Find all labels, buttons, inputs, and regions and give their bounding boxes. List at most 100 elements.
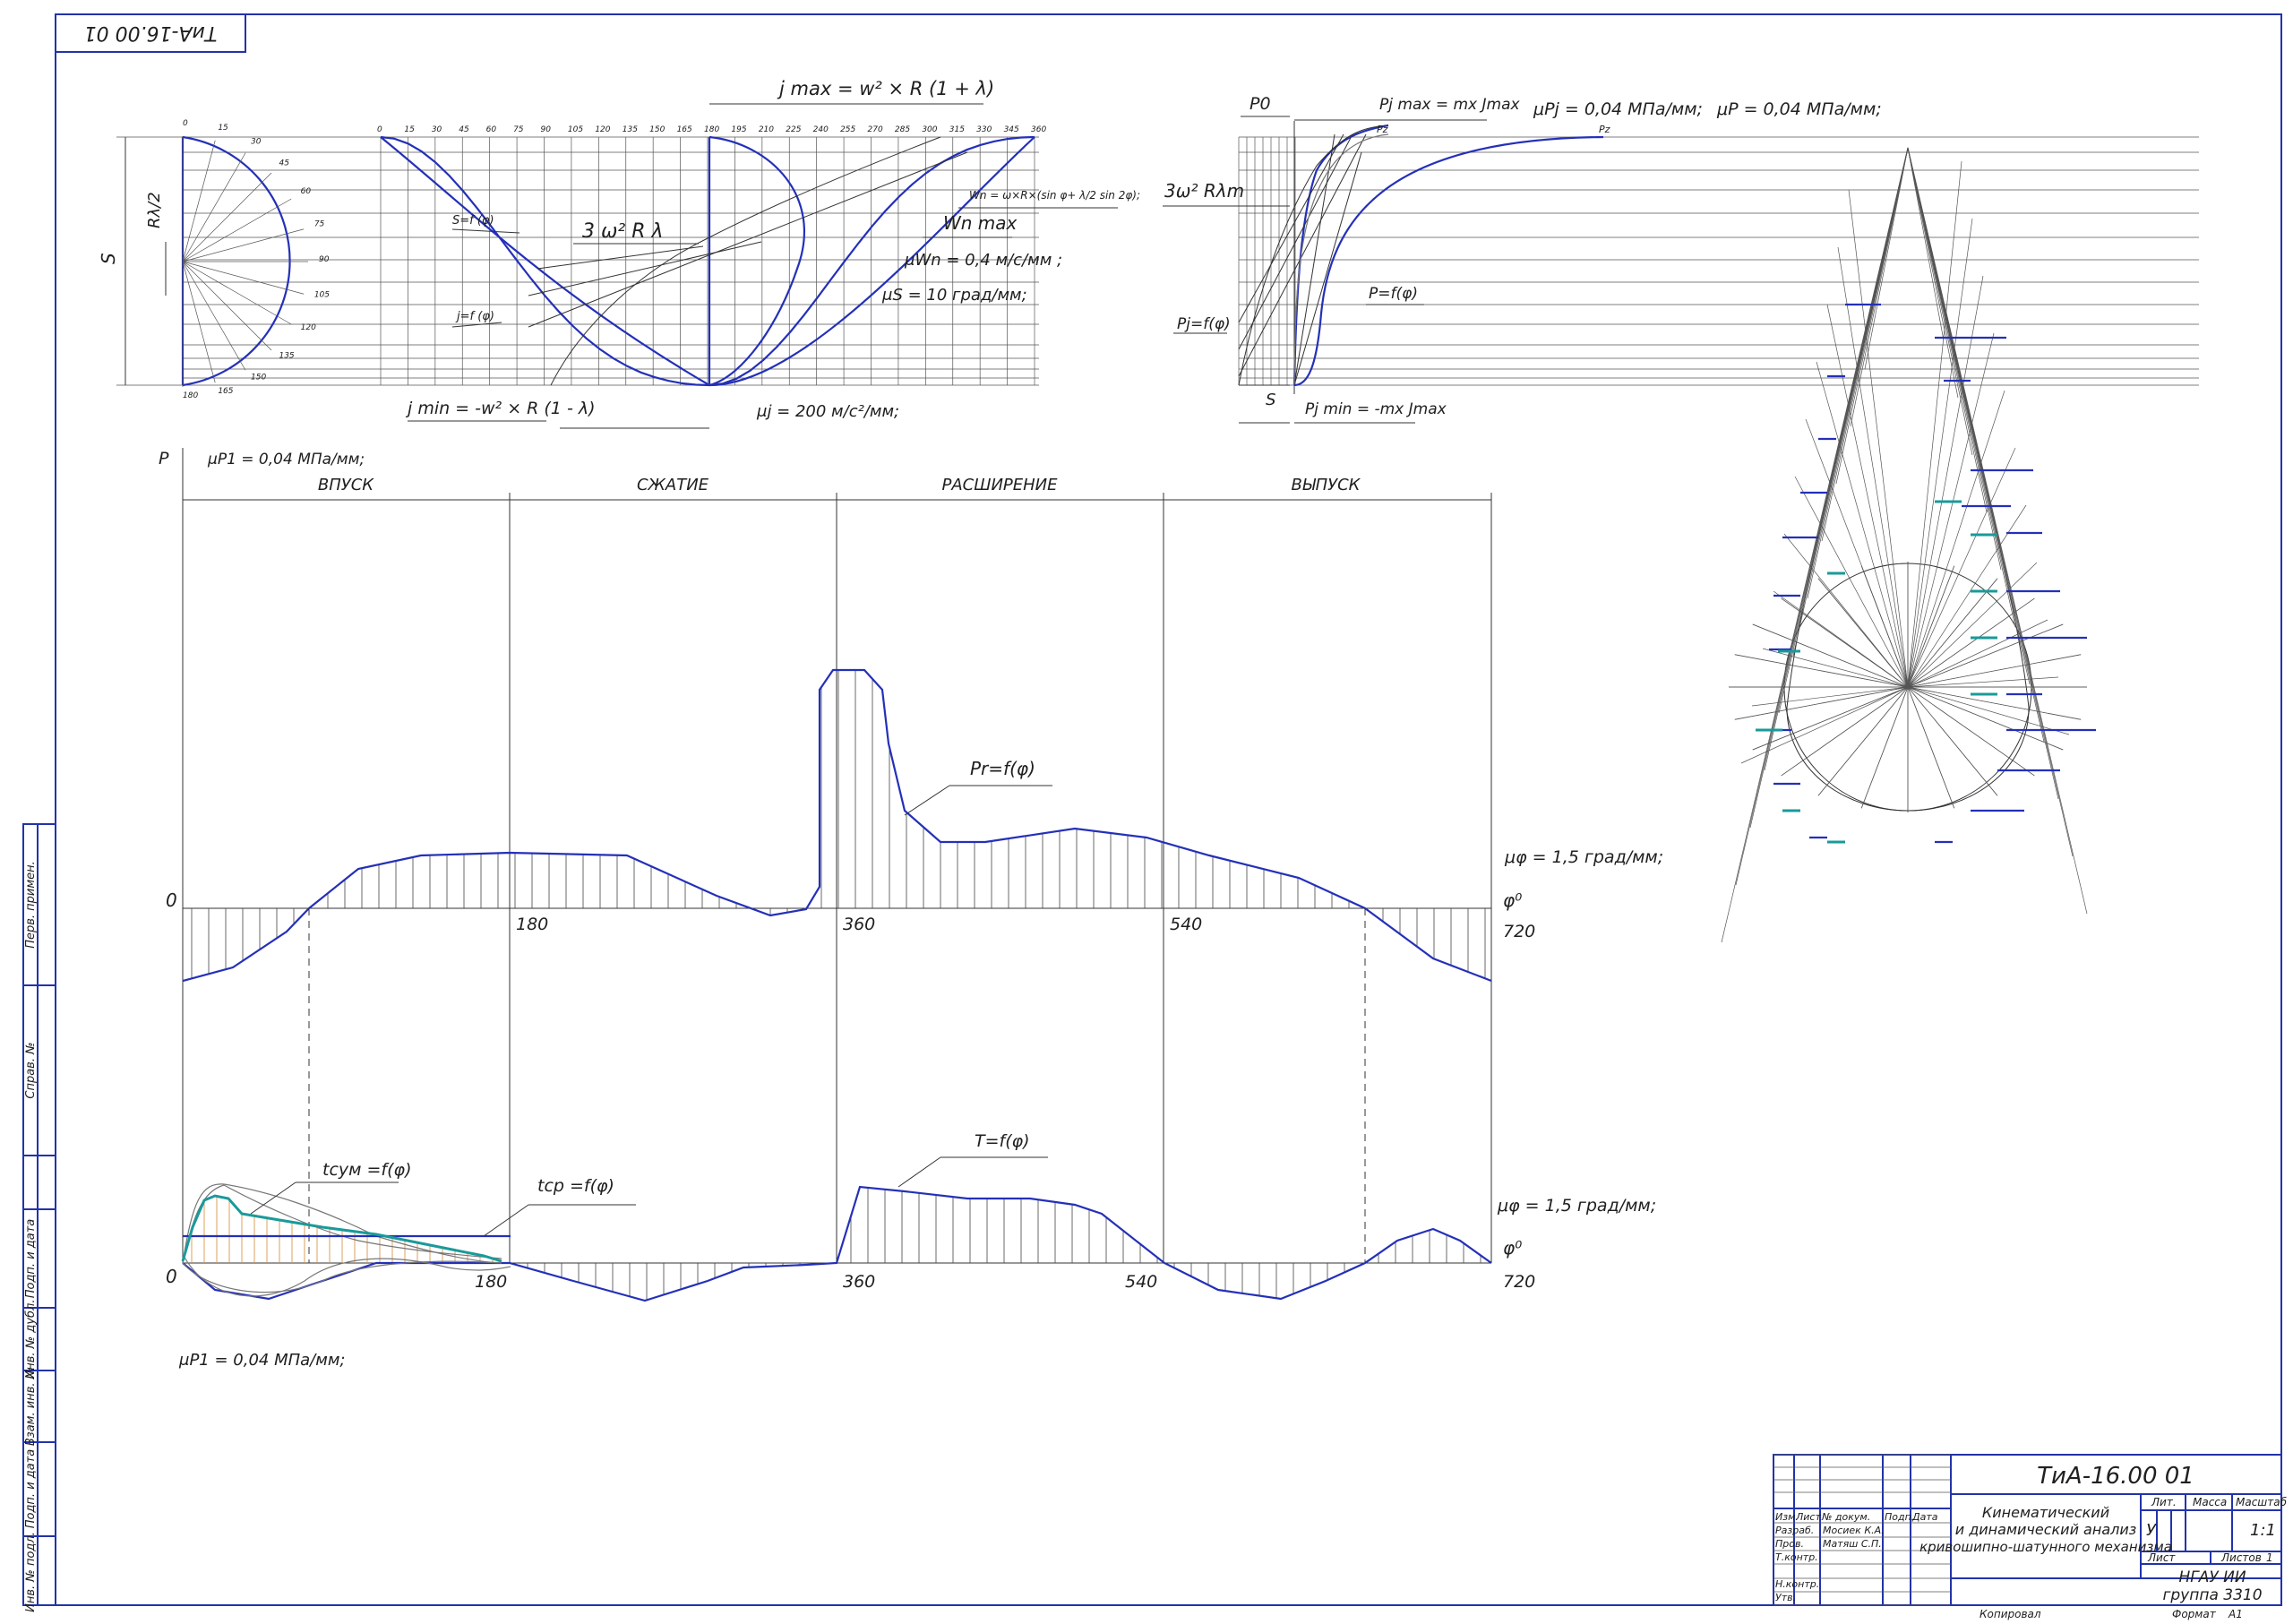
stroke-exhaust: ВЫПУСК	[1292, 476, 1361, 494]
polar-spoke	[1907, 676, 2059, 688]
pj-max-label: Pj max = mx Jmax	[1379, 96, 1520, 114]
semi-tick-12: 180	[183, 391, 198, 400]
ray-7	[182, 261, 305, 295]
semi-tick-0: 0	[183, 119, 188, 128]
tick-540: 540	[1170, 915, 1202, 934]
crank-angle-ticks: 0 15 30 45 60 75 90 105 120 135 150 165 180 195 210 225…	[377, 125, 1046, 134]
pj-f-label: Pj=f(φ)	[1177, 315, 1231, 333]
angle-tick-15: 225	[786, 125, 801, 134]
ray-5	[182, 228, 305, 262]
tb-copied: Копировал	[1980, 1608, 2041, 1620]
semi-tick-6: 90	[319, 255, 330, 264]
angle-tick-8: 120	[595, 125, 610, 134]
tb-role-1: Пров.	[1775, 1538, 1804, 1550]
tb-role-2: Т.контр.	[1775, 1551, 1818, 1563]
polar-rays	[1721, 147, 2088, 943]
ray-11	[182, 261, 216, 383]
jmax-label: j max = w² × R (1 + λ)	[777, 78, 994, 99]
polar-spoke-top	[1907, 147, 1945, 341]
gas-force-chart: P μP1 = 0,04 МПа/мм; ВПУСК СЖАТИЕ РАСШИР…	[159, 448, 1663, 1263]
semi-tick-2: 30	[251, 137, 262, 146]
tick2-720: 720	[1503, 1272, 1535, 1292]
semi-tick-5: 75	[314, 220, 325, 229]
semi-tick-7: 105	[314, 290, 330, 299]
angle-tick-18: 270	[868, 125, 883, 134]
polar-spoke	[1816, 361, 1909, 688]
tb-format-val: А1	[2228, 1608, 2243, 1620]
ray-2	[182, 152, 246, 262]
engineering-drawing: ТиА-16.00 01 Перв. примен. Справ. № Подп…	[22, 13, 2288, 1620]
angle-tick-14: 210	[759, 125, 774, 134]
ray-1	[182, 140, 216, 262]
title-block: Изм.Лист № докум. Подп.ДатаРазраб. Мосиек К…	[1773, 1454, 2288, 1620]
horizontal-grid	[183, 136, 2199, 386]
tb-hdr-0: Изм.	[1775, 1511, 1799, 1523]
stroke-compression: СЖАТИЕ	[637, 476, 709, 494]
tb-hdr-3: Подп.	[1885, 1511, 1914, 1523]
side-label-1: Справ. №	[24, 1042, 38, 1098]
semi-tick-8: 120	[301, 323, 316, 332]
crank-rays	[182, 136, 308, 387]
angle-tick-22: 330	[976, 125, 992, 134]
mu-p1-bottom: μP1 = 0,04 МПа/мм;	[178, 1351, 345, 1370]
mu-phi-label-2: μφ = 1,5 град/мм;	[1497, 1196, 1656, 1216]
semi-tick-3: 45	[279, 159, 289, 168]
tb-title-1: Кинематический	[1982, 1504, 2109, 1521]
zero-label-2: 0	[166, 1266, 177, 1287]
ray-3	[182, 172, 272, 262]
angle-tick-0: 0	[377, 125, 382, 134]
cyl-curve-4	[182, 1260, 502, 1293]
p-axis-label: P	[159, 449, 169, 468]
angle-tick-1: 15	[404, 125, 415, 134]
tick2-180: 180	[475, 1272, 507, 1292]
wn-max-label: Wn max	[943, 212, 1018, 234]
polar-spoke	[1907, 390, 2005, 688]
pr-label: Pr=f(φ)	[970, 758, 1035, 779]
angle-tick-19: 285	[895, 125, 910, 134]
polar-spoke	[1907, 332, 1995, 688]
angle-tick-7: 105	[568, 125, 583, 134]
side-label-4: Взам. инв. №	[24, 1367, 38, 1446]
tb-role-4: Н.контр.	[1775, 1578, 1819, 1590]
angle-tick-3: 45	[459, 125, 469, 134]
semi-tick-9: 135	[279, 351, 294, 360]
ray-4	[182, 198, 292, 262]
zero-label: 0	[166, 889, 177, 911]
tb-sheets-val: 1	[2266, 1551, 2273, 1564]
tb-name-0: Мосиек К.А.	[1823, 1525, 1885, 1536]
polar-spoke	[1848, 189, 1909, 688]
jmin-label: j min = -w² × R (1 - λ)	[405, 399, 596, 418]
tb-lit-val: У	[2146, 1521, 2157, 1540]
t-label: T=f(φ)	[975, 1131, 1030, 1151]
polar-spoke	[1907, 447, 2016, 688]
tb-name-1: Матяш С.П.	[1823, 1538, 1882, 1550]
tsum-label: tсум =f(φ)	[322, 1160, 411, 1180]
mu-wn-label: μWn = 0,4 м/с/мм ;	[904, 251, 1062, 270]
construction-line-1	[550, 136, 941, 386]
stroke-intake: ВПУСК	[318, 476, 374, 494]
side-label-2: Подп. и дата	[24, 1219, 38, 1299]
pz-label-2: Pz	[1377, 124, 1388, 135]
angle-tick-9: 135	[623, 125, 638, 134]
angle-tick-11: 165	[677, 125, 692, 134]
tick2-360: 360	[843, 1272, 875, 1292]
p-curve	[1293, 135, 1604, 387]
s-curve-label: S=f (φ)	[452, 214, 494, 228]
mu-pj-label: μPj = 0,04 МПа/мм;	[1533, 99, 1703, 119]
phi-label-2: φ⁰	[1503, 1237, 1522, 1259]
angle-tick-12: 180	[704, 125, 719, 134]
velocity-curve	[709, 135, 806, 387]
tb-sheet: Лист	[2147, 1551, 2176, 1564]
angle-tick-17: 255	[840, 125, 855, 134]
angle-tick-2: 30	[432, 125, 442, 134]
pr-hatching	[191, 670, 1486, 979]
tick-180: 180	[516, 915, 548, 934]
semi-tick-1: 15	[218, 124, 228, 133]
s-label: S	[98, 253, 119, 264]
angle-tick-21: 315	[949, 125, 965, 134]
polar-spoke-top	[1907, 147, 2088, 915]
polar-spoke-top	[1864, 147, 1909, 370]
p0-label: P0	[1250, 94, 1271, 114]
tb-hdr-4: Дата	[1911, 1511, 1938, 1523]
tb-title-3: кривошипно-шатунного механизма	[1919, 1539, 2172, 1555]
